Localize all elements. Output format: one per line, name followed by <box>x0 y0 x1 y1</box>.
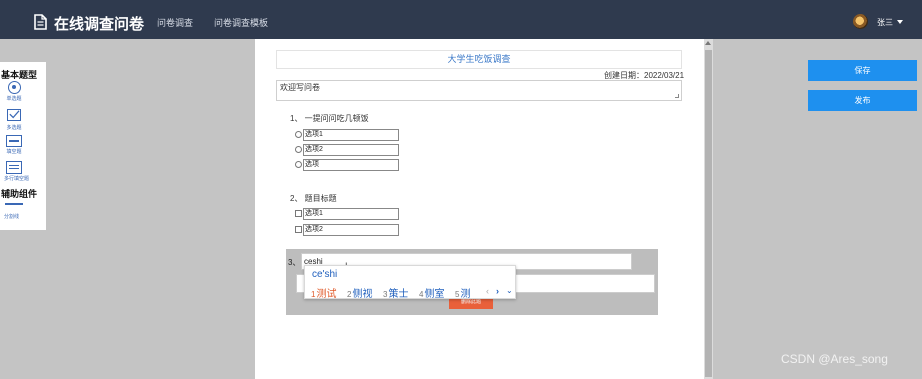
app-title: 在线调查问卷 <box>54 16 145 33</box>
tool-single-choice[interactable]: 单选题 <box>4 81 24 102</box>
candidate-number: 3 <box>383 290 388 299</box>
candidate-number: 2 <box>347 290 352 299</box>
ime-candidate[interactable]: 1测试 <box>311 285 336 300</box>
tool-label: 分割线 <box>4 214 20 220</box>
document-icon <box>34 14 47 30</box>
candidate-number: 1 <box>311 290 316 299</box>
user-name[interactable]: 张三 <box>877 17 893 28</box>
question-3-number: 3、 <box>288 258 301 267</box>
chevron-left-icon[interactable]: ‹ <box>486 286 489 296</box>
scroll-up-icon[interactable] <box>705 41 711 45</box>
option-input[interactable]: 选项1 <box>303 129 399 141</box>
top-navbar: 在线调查问卷 问卷调查 问卷调查模板 张三 <box>0 0 922 39</box>
text-field-icon <box>6 135 22 147</box>
radio-icon <box>7 81 21 94</box>
ime-candidate-popup: ce'shi 1测试 2侧视 3策士 4侧室 5测 ‹ › ⌄ <box>304 265 516 300</box>
ime-pinyin: ce'shi <box>312 269 338 280</box>
tool-label: 单选题 <box>6 96 22 102</box>
checkbox[interactable] <box>295 226 302 233</box>
candidate-number: 4 <box>419 290 424 299</box>
chevron-right-icon[interactable]: › <box>496 286 499 296</box>
palette-heading-auxiliary: 辅助组件 <box>1 189 38 199</box>
candidate-text: 测 <box>460 289 471 300</box>
ime-candidate[interactable]: 4侧室 <box>419 285 444 300</box>
tool-label: 填空题 <box>6 149 22 155</box>
tool-multiple-choice[interactable]: 多选题 <box>4 109 24 131</box>
candidate-number: 5 <box>455 290 460 299</box>
option-input[interactable]: 选项2 <box>303 144 399 156</box>
question-2-title[interactable]: 2、 题目标题 <box>290 193 337 204</box>
avatar[interactable] <box>853 14 868 29</box>
save-button[interactable]: 保存 <box>808 60 917 81</box>
palette-heading-basic: 基本题型 <box>1 70 38 80</box>
option-input[interactable]: 选项1 <box>303 208 399 220</box>
radio-button[interactable] <box>295 161 302 168</box>
ime-candidate[interactable]: 2侧视 <box>347 285 372 300</box>
textarea-icon <box>6 161 22 174</box>
ime-candidate[interactable]: 5测 <box>455 285 470 300</box>
resize-handle-icon[interactable] <box>675 94 679 98</box>
welcome-textarea[interactable]: 欢迎写问卷 <box>276 80 682 101</box>
candidate-text: 侧室 <box>424 289 445 300</box>
candidate-text: 测试 <box>316 289 337 300</box>
checkbox[interactable] <box>295 210 302 217</box>
tool-label: 多行填空题 <box>4 176 30 182</box>
component-palette: 基本题型 单选题 多选题 填空题 多行填空题 辅助组件 分割线 <box>0 62 46 230</box>
checkbox-icon <box>7 109 21 121</box>
chevron-down-icon[interactable]: ⌄ <box>506 286 513 295</box>
tool-divider[interactable]: 分割线 <box>4 203 24 220</box>
chevron-down-icon[interactable] <box>897 20 903 24</box>
radio-button[interactable] <box>295 131 302 138</box>
welcome-text: 欢迎写问卷 <box>280 83 320 92</box>
publish-button[interactable]: 发布 <box>808 90 917 111</box>
radio-button[interactable] <box>295 146 302 153</box>
ime-candidate[interactable]: 3策士 <box>383 285 408 300</box>
tool-multiline-fill[interactable]: 多行填空题 <box>4 161 30 182</box>
option-input[interactable]: 选项 <box>303 159 399 171</box>
question-1-title[interactable]: 1、 一提问问吃几顿饭 <box>290 113 369 124</box>
tool-label: 多选题 <box>6 125 22 131</box>
scrollbar[interactable] <box>704 39 713 379</box>
candidate-text: 策士 <box>388 289 409 300</box>
watermark: CSDN @Ares_song <box>781 352 888 366</box>
survey-title[interactable]: 大学生吃饭调查 <box>276 50 682 69</box>
nav-survey-template[interactable]: 问卷调查模板 <box>214 16 268 29</box>
tool-fill-blank[interactable]: 填空题 <box>4 135 24 155</box>
candidate-text: 侧视 <box>352 289 373 300</box>
nav-survey[interactable]: 问卷调查 <box>157 16 193 29</box>
scrollbar-thumb[interactable] <box>705 50 712 377</box>
divider-icon <box>5 203 23 205</box>
option-input[interactable]: 选项2 <box>303 224 399 236</box>
